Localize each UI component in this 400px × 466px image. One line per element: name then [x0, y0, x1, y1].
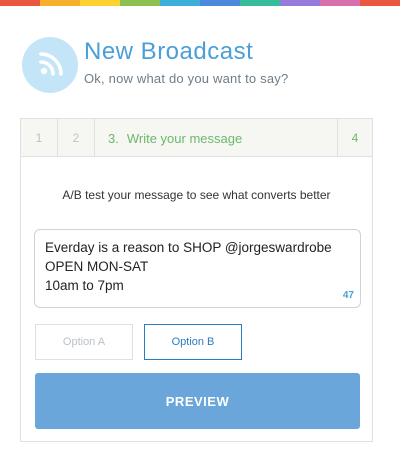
step-2-tab[interactable]: 2: [58, 119, 95, 157]
step-3-tab-active[interactable]: 3. Write your message: [95, 119, 338, 157]
preview-button[interactable]: PREVIEW: [35, 373, 360, 429]
step-3-label: Write your message: [126, 130, 243, 146]
message-line: OPEN MON-SAT: [45, 259, 149, 274]
option-a-button[interactable]: Option A: [35, 324, 133, 360]
color-bar-segment: [360, 0, 400, 6]
message-textarea[interactable]: Everday is a reason to SHOP @jorgeswardr…: [34, 229, 361, 308]
step-1-tab[interactable]: 1: [21, 119, 58, 157]
color-bar-segment: [80, 0, 120, 6]
color-bar-segment: [120, 0, 160, 6]
color-bar-segment: [320, 0, 360, 6]
option-b-button[interactable]: Option B: [144, 324, 242, 360]
header: New Broadcast Ok, now what do you want t…: [22, 37, 382, 97]
color-bar-segment: [160, 0, 200, 6]
color-bar-segment: [200, 0, 240, 6]
page-subtitle: Ok, now what do you want to say?: [84, 71, 289, 86]
message-line: 10am to 7pm: [45, 278, 124, 293]
ab-test-instruction: A/B test your message to see what conver…: [62, 188, 331, 202]
rss-icon: [22, 37, 78, 93]
character-count: 47: [342, 290, 354, 301]
color-bar-segment: [40, 0, 80, 6]
color-bar-segment: [0, 0, 40, 6]
broadcast-panel: 1 2 3. Write your message 4 A/B test you…: [20, 118, 373, 442]
step-4-tab[interactable]: 4: [338, 119, 372, 157]
color-bar-segment: [280, 0, 320, 6]
step-tabs: 1 2 3. Write your message 4: [21, 119, 372, 157]
color-bar-segment: [240, 0, 280, 6]
top-color-bar: [0, 0, 400, 6]
step-3-number: 3.: [108, 130, 119, 146]
page-title: New Broadcast: [84, 38, 254, 65]
message-line: Everday is a reason to SHOP @jorgeswardr…: [45, 240, 332, 255]
